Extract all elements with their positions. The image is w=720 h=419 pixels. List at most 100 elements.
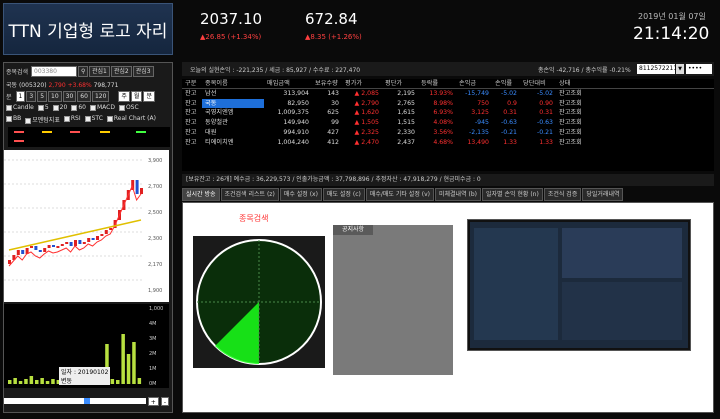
notice-title: 공지사항 bbox=[333, 225, 373, 235]
indicator-ma5[interactable]: 5 bbox=[37, 104, 49, 111]
column-header[interactable]: 매입금액 bbox=[264, 79, 312, 88]
table-cell: 잔고 bbox=[185, 109, 197, 117]
stock-amount: 798,771 bbox=[93, 82, 119, 89]
period-1[interactable]: 1 bbox=[15, 91, 26, 102]
indicator-momentum[interactable]: 모멘텀지표 bbox=[25, 115, 60, 124]
table-cell: 1,615 bbox=[397, 109, 415, 117]
volume-bar bbox=[137, 378, 142, 384]
table-row[interactable]: 잔고 국영지엔엠 1,009,375 625 ▲ 1,620 1,615 6.93% 3,12… bbox=[182, 108, 714, 118]
table-row[interactable]: 잔고 티에이치엔 1,004,240 412 ▲ 2,470 2,437 4.68% 13,4… bbox=[182, 138, 714, 148]
watchlist-1-button[interactable]: 관심1 bbox=[89, 66, 110, 77]
column-header[interactable]: 손익률 bbox=[492, 79, 520, 88]
stock-search-input[interactable]: 003380 bbox=[31, 66, 77, 77]
company-logo: TTN 기업형 로고 자리 bbox=[3, 3, 173, 55]
axis-label: 2,700 bbox=[148, 184, 162, 190]
zoom-out-button[interactable]: - bbox=[160, 396, 169, 406]
zoom-in-button[interactable]: + bbox=[147, 396, 159, 406]
table-cell: 1,009,375 bbox=[277, 109, 310, 117]
index-value: 672.84 bbox=[305, 10, 358, 28]
table-cell: 동양철관 bbox=[205, 119, 228, 127]
table-cell: 남선 bbox=[205, 89, 217, 97]
axis-label: 2M bbox=[149, 351, 157, 357]
column-header[interactable]: 상태 bbox=[556, 79, 596, 88]
candle bbox=[43, 248, 47, 252]
password-field[interactable]: •••• bbox=[686, 64, 712, 74]
indicator-candle[interactable]: Candle bbox=[6, 104, 34, 111]
notice-board[interactable]: 공지사항 bbox=[333, 225, 453, 375]
legend-strip bbox=[8, 127, 170, 147]
chart-scrollbar[interactable] bbox=[4, 398, 146, 404]
search-icon[interactable]: ⚲ bbox=[78, 66, 88, 77]
period-5[interactable]: 5 bbox=[37, 91, 48, 102]
table-cell: 0.31 bbox=[539, 109, 553, 117]
indicator-macd[interactable]: MACD bbox=[89, 104, 115, 111]
table-cell: -2,135 bbox=[469, 128, 489, 136]
period-60[interactable]: 60 bbox=[77, 91, 91, 102]
candle bbox=[135, 180, 139, 194]
tab-8[interactable]: 당일거래내역 bbox=[582, 188, 624, 201]
column-header[interactable]: 보유수량 bbox=[312, 79, 342, 88]
tab-0[interactable]: 실시간 방송 bbox=[182, 188, 220, 201]
account-bar: 오늘의 실현손익 : -221,235 / 세금 : 85,927 / 수수료 … bbox=[182, 62, 714, 76]
candle bbox=[65, 242, 69, 244]
period-30[interactable]: 30 bbox=[62, 91, 77, 102]
stock-code: (005320) bbox=[18, 82, 47, 89]
total-pl: 총손익 -42,716 / 총수익률 -0.21% bbox=[538, 67, 631, 74]
table-cell: -5.02 bbox=[500, 89, 517, 97]
tab-1[interactable]: 조건검색 리스트 (z) bbox=[220, 188, 279, 201]
indicator-ma20[interactable]: 20 bbox=[52, 104, 67, 111]
tab-4[interactable]: 매수/매도 기타 설정 (v) bbox=[365, 188, 434, 201]
candle bbox=[104, 230, 108, 234]
column-header[interactable]: 구분 bbox=[182, 79, 202, 88]
tab-2[interactable]: 매수 설정 (x) bbox=[279, 188, 322, 201]
candle bbox=[8, 260, 11, 264]
tab-5[interactable]: 미체결내역 (b) bbox=[434, 188, 481, 201]
price-chart[interactable]: 3,900 2,700 2,500 2,300 2,170 1,900 bbox=[4, 150, 169, 302]
period-minute[interactable]: 분 bbox=[143, 91, 155, 102]
indicator-rsi[interactable]: RSI bbox=[63, 115, 81, 124]
period-120[interactable]: 120 bbox=[91, 91, 110, 102]
table-row[interactable]: 잔고 국동 82,950 30 ▲ 2,790 2,765 8.98% 750 0.9 0.90 잔… bbox=[182, 98, 714, 109]
index-value: 2037.10 bbox=[200, 10, 263, 28]
indicator-osc[interactable]: OSC bbox=[118, 104, 139, 111]
tab-6[interactable]: 일자별 손익 현황 (n) bbox=[481, 188, 543, 201]
column-header[interactable]: 평단가 bbox=[382, 79, 418, 88]
table-row[interactable]: 잔고 남선 313,904 143 ▲ 2,085 2,195 13.93% -15,749 -… bbox=[182, 89, 714, 99]
table-row[interactable]: 잔고 대원 994,910 427 ▲ 2,325 2,330 3.56% -2,135 -0.… bbox=[182, 128, 714, 138]
column-header[interactable]: 평가가 bbox=[342, 79, 382, 88]
table-row[interactable]: 잔고 동양철관 149,940 99 ▲ 1,505 1,515 4.08% -945 -0.6… bbox=[182, 118, 714, 128]
axis-label: 3,900 bbox=[148, 158, 162, 164]
candle bbox=[69, 242, 73, 246]
chevron-down-icon[interactable]: ▼ bbox=[676, 64, 684, 74]
table-cell: 1.33 bbox=[503, 138, 517, 146]
period-month[interactable]: 월 bbox=[130, 91, 143, 102]
table-cell: ▲ 2,325 bbox=[354, 128, 379, 136]
axis-label: 0M bbox=[149, 381, 157, 387]
volume-chart[interactable]: 1,000 4M 3M 2M 1M 0M 일자 : 20190102 변동 bbox=[4, 304, 169, 388]
candle bbox=[82, 242, 86, 244]
column-header[interactable]: 등락률 bbox=[418, 79, 456, 88]
axis-label: 2,170 bbox=[148, 262, 162, 268]
table-cell: 잔고 bbox=[185, 89, 197, 97]
table-cell: -15,749 bbox=[465, 89, 489, 97]
candle bbox=[100, 234, 104, 236]
table-cell: 82,950 bbox=[287, 99, 309, 107]
axis-label: 1M bbox=[149, 366, 157, 372]
column-header[interactable]: 손익금 bbox=[456, 79, 492, 88]
period-10[interactable]: 10 bbox=[48, 91, 62, 102]
indicator-bb[interactable]: BB bbox=[6, 115, 21, 124]
indicator-realchart[interactable]: Real Chart (A) bbox=[106, 115, 156, 124]
indicator-ma60[interactable]: 60 bbox=[71, 104, 86, 111]
volume-bar bbox=[116, 380, 120, 384]
tab-7[interactable]: 조건식 검증 bbox=[543, 188, 582, 201]
period-3[interactable]: 3 bbox=[26, 91, 37, 102]
watchlist-3-button[interactable]: 관심3 bbox=[132, 66, 154, 77]
indicator-stc[interactable]: STC bbox=[84, 115, 103, 124]
column-header[interactable]: 종목이름 bbox=[202, 79, 264, 88]
period-week[interactable]: 주 bbox=[118, 91, 130, 102]
account-select[interactable]: 8112572211 bbox=[637, 64, 677, 74]
tab-3[interactable]: 매도 설정 (c) bbox=[322, 188, 365, 201]
column-header[interactable]: 당단대비 bbox=[520, 79, 556, 88]
watchlist-2-button[interactable]: 관심2 bbox=[110, 66, 132, 77]
table-cell: 잔고 bbox=[185, 99, 197, 107]
